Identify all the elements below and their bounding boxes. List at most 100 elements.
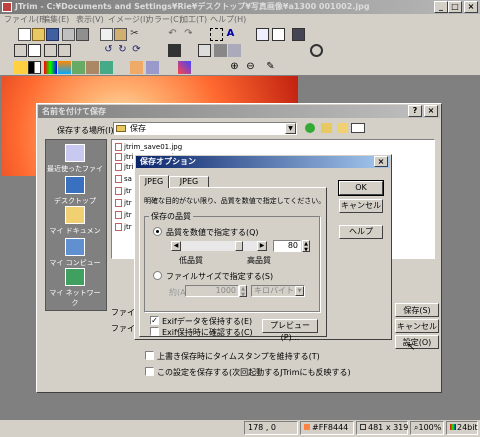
app-icon [2, 2, 12, 12]
new-folder-icon[interactable] [337, 123, 348, 133]
file-item[interactable]: jtr [115, 210, 132, 220]
rotate-left-icon[interactable]: ↺ [102, 44, 115, 57]
slider-thumb[interactable] [235, 241, 244, 251]
eyedropper-icon[interactable]: ✎ [264, 61, 277, 74]
options-button[interactable]: 設定(O) [395, 335, 439, 349]
save-dialog-cancel-button[interactable]: キャンセル [395, 319, 439, 333]
chevron-down-icon[interactable]: ▼ [285, 123, 296, 134]
help-button[interactable]: ヘルプ [339, 225, 383, 239]
remember-checkbox[interactable] [145, 367, 154, 376]
preview-button[interactable]: プレビュー(P)... [262, 319, 318, 342]
zoom-in-icon[interactable]: ⊕ [228, 61, 241, 74]
mosaic-icon[interactable] [228, 44, 241, 57]
cut-icon[interactable]: ✂ [128, 28, 141, 41]
options-cancel-button[interactable]: キャンセル [339, 199, 383, 213]
my-documents-icon [65, 206, 85, 224]
open-folder-icon[interactable] [32, 28, 45, 41]
shape-icon[interactable] [168, 44, 181, 57]
save-button[interactable]: 保存(S) [395, 303, 439, 317]
ok-button[interactable]: OK [338, 180, 384, 196]
tab-jpeg[interactable]: JPEG [139, 175, 169, 188]
scanner-icon[interactable] [76, 28, 89, 41]
rotate-right-icon[interactable]: ↻ [116, 44, 129, 57]
slider-left-arrow-icon[interactable]: ◀ [171, 241, 181, 251]
view-menu-icon[interactable] [351, 123, 365, 133]
menu-help[interactable]: ヘルプ(H) [210, 14, 246, 26]
menu-process[interactable]: 加工(T) [180, 14, 207, 26]
up-folder-icon[interactable] [321, 123, 332, 133]
status-zoom: ⌕100% [410, 421, 444, 435]
rotate-free-icon[interactable]: ⟳ [130, 44, 143, 57]
size-input[interactable]: 1000 [185, 285, 239, 297]
swatch-icon[interactable] [178, 61, 191, 74]
crop-icon[interactable] [14, 44, 27, 57]
size-unit-dropdown[interactable]: キロバイト ▼ [251, 285, 305, 297]
filesize-radio[interactable] [153, 271, 162, 280]
desktop-icon [65, 176, 85, 194]
size-spinner[interactable]: ▲ ▼ [239, 285, 247, 298]
place-desktop[interactable]: デスクトップ [46, 176, 104, 206]
copy-icon[interactable] [100, 28, 113, 41]
print-icon[interactable] [62, 28, 75, 41]
location-dropdown[interactable]: 保存 ▼ [113, 122, 297, 135]
minimize-button[interactable]: _ [434, 1, 448, 13]
quality-radio[interactable] [153, 227, 162, 236]
close-button[interactable]: × [464, 1, 478, 13]
file-item[interactable]: jtr [115, 186, 132, 196]
gamma-icon[interactable] [72, 61, 85, 74]
frame-icon[interactable] [272, 28, 285, 41]
shadow-icon[interactable] [214, 44, 227, 57]
quality-slider[interactable]: ◀ ▶ [171, 241, 267, 251]
jpg-file-icon [115, 223, 122, 231]
redo-icon[interactable]: ↷ [182, 28, 195, 41]
menu-color[interactable]: カラー(C) [146, 14, 182, 26]
photo-icon[interactable] [100, 61, 113, 74]
slider-right-arrow-icon[interactable]: ▶ [257, 241, 267, 251]
undo-icon[interactable]: ↶ [166, 28, 179, 41]
exif-confirm-checkbox[interactable] [150, 327, 159, 336]
file-item[interactable]: jtr [115, 222, 132, 232]
place-desktop-label: デスクトップ [54, 197, 96, 205]
contrast-icon[interactable] [28, 61, 41, 74]
menu-file[interactable]: ファイル(F) [4, 14, 47, 26]
timestamp-checkbox[interactable] [145, 351, 154, 360]
file-item[interactable]: jtrim_save01.jpg [115, 142, 182, 152]
save-dialog-close-button[interactable]: × [424, 105, 438, 117]
save-dialog-help-button[interactable]: ? [408, 105, 422, 117]
picture-icon[interactable] [130, 61, 143, 74]
sepia-icon[interactable] [86, 61, 99, 74]
paste-icon[interactable] [114, 28, 127, 41]
menu-edit[interactable]: 編集(E) [42, 14, 69, 26]
spiral-icon[interactable] [310, 44, 323, 57]
select-icon[interactable] [210, 28, 223, 41]
new-file-icon[interactable] [18, 28, 31, 41]
quality-radio-label: 品質を数値で指定する(Q) [166, 228, 259, 237]
save-icon[interactable] [46, 28, 59, 41]
text-icon[interactable]: A [224, 28, 237, 41]
quality-spinner[interactable]: ▲ ▼ [302, 240, 310, 253]
flip-h-icon[interactable] [44, 44, 57, 57]
place-network[interactable]: マイ ネットワーク [46, 268, 104, 308]
sharpen-icon[interactable] [146, 61, 159, 74]
options-close-button[interactable]: × [374, 156, 388, 167]
file-item[interactable]: sa [115, 174, 132, 184]
status-coords-value: 178 , 0 [248, 423, 276, 432]
flip-v-icon[interactable] [58, 44, 71, 57]
zoom-out-icon[interactable]: ⊖ [244, 61, 257, 74]
exif-keep-checkbox[interactable]: ✓ [150, 316, 159, 325]
resize-icon[interactable] [28, 44, 41, 57]
maximize-button[interactable]: □ [448, 1, 462, 13]
hue-icon[interactable] [58, 61, 71, 74]
menu-view[interactable]: 表示(V) [76, 14, 104, 26]
slider-track[interactable] [181, 241, 257, 251]
menu-image[interactable]: イメージ(I) [108, 14, 148, 26]
grid-icon[interactable] [256, 28, 269, 41]
color-balance-icon[interactable] [44, 61, 57, 74]
border-icon[interactable] [198, 44, 211, 57]
quality-input[interactable]: 80 [273, 240, 301, 252]
brightness-icon[interactable] [14, 61, 27, 74]
back-icon[interactable] [305, 123, 315, 133]
chevron-down-icon[interactable]: ▼ [295, 286, 304, 296]
filter-icon[interactable] [292, 28, 305, 41]
file-item[interactable]: jtr [115, 198, 132, 208]
